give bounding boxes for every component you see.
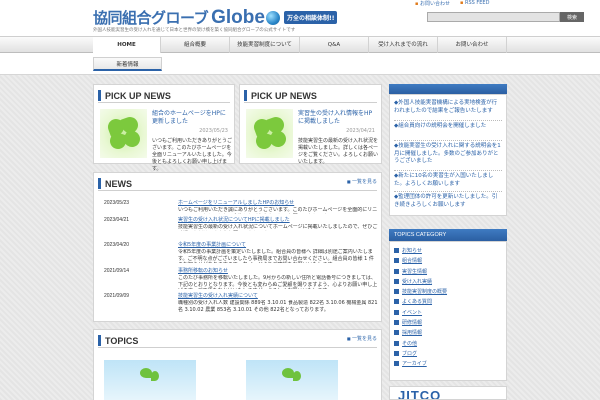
subnav-news[interactable]: 新着情報 bbox=[93, 57, 162, 71]
news-more-link[interactable]: 一覧を見る bbox=[347, 178, 377, 185]
pickup-date: 2023/05/23 bbox=[199, 128, 228, 134]
category-title: TOPICS CATEGORY bbox=[389, 229, 507, 241]
news-row: 2021/09/14 事務所移転のお知らせ このたび事務所を移転いたしました。9… bbox=[104, 268, 377, 296]
jitco-logo-text: JITCO bbox=[398, 388, 442, 400]
category-item[interactable]: よくある質問 bbox=[394, 297, 502, 307]
news-date: 2023/04/20 bbox=[104, 242, 130, 248]
sidebar-news-box: ◆外国人技能実習機構による実地検査が行われましたので結果をご報告いたします ◆組… bbox=[389, 94, 507, 216]
sub-nav: 新着情報 bbox=[0, 53, 600, 75]
sidebar-news: ◆外国人技能実習機構による実地検査が行われましたので結果をご報告いたします ◆組… bbox=[389, 84, 507, 216]
clover-image[interactable] bbox=[246, 109, 293, 158]
nav-flow[interactable]: 受け入れまでの流れ bbox=[369, 37, 438, 53]
main-nav: HOME 組合概要 技能実習制度について Q&A 受け入れまでの流れ お問い合わ… bbox=[0, 36, 600, 53]
sidebar-news-item[interactable]: ◆技能実習生の受け入れに関する説明会を1月に開催しました。多数のご参加ありがとう… bbox=[394, 141, 502, 171]
logo-en-text: Globe bbox=[211, 7, 265, 28]
top-link-contact[interactable]: お問い合わせ bbox=[415, 0, 450, 7]
category-item[interactable]: 受け入れ実績 bbox=[394, 277, 502, 287]
site-logo[interactable]: 協同組合グローブ Globe 万全の相談体制!! bbox=[93, 7, 338, 28]
news-body: 令和5年度の事業計画を策定いたしました。組合員の皆様へ 詳細は別途ご案内いたしま… bbox=[178, 249, 374, 263]
news-date: 2023/04/21 bbox=[104, 217, 130, 223]
sidebar-news-item[interactable]: ◆組合員向けの説明会を開催しました bbox=[394, 121, 502, 141]
news-body: このたび事務所を移転いたしました。9月からの新しい住所と電話番号につきましては、… bbox=[178, 275, 378, 289]
category-item[interactable]: その他 bbox=[394, 339, 502, 349]
news-date: 2021/09/14 bbox=[104, 268, 130, 274]
nav-home[interactable]: HOME bbox=[93, 37, 161, 53]
slogan-badge: 万全の相談体制!! bbox=[283, 11, 338, 24]
nav-qa[interactable]: Q&A bbox=[300, 37, 369, 53]
pickup-panel-1: PICK UP NEWS 組合のホームページをHPに更新しました 2023/05… bbox=[93, 84, 235, 172]
news-panel: NEWS 一覧を見る 2023/05/23 ホームページをリニューアルしましたH… bbox=[93, 172, 382, 322]
news-body: いつもご利用いただき誠にありがとうございます。このたびホームページを全面的にリニ… bbox=[178, 207, 378, 214]
news-title: NEWS bbox=[105, 178, 132, 189]
category-item[interactable]: 採用情報 bbox=[394, 328, 502, 338]
pickup-panel-2: PICK UP NEWS 実習生の受け入れ情報をHPに掲載しました 2023/0… bbox=[239, 84, 382, 165]
nav-about[interactable]: 組合概要 bbox=[161, 37, 230, 53]
category-item[interactable]: お知らせ bbox=[394, 246, 502, 256]
search-form: 検索 bbox=[427, 12, 584, 22]
sidebar-category: TOPICS CATEGORY お知らせ 組合情報 実習生情報 受け入れ実績 技… bbox=[389, 229, 507, 381]
news-body: 技能実習生の最新の受け入れ状況についてホームページに掲載いたしましたので、ぜひご… bbox=[178, 224, 378, 231]
sidebar-news-item[interactable]: ◆外国人技能実習機構による実地検査が行われましたので結果をご報告いたします bbox=[394, 98, 502, 121]
search-button[interactable]: 検索 bbox=[560, 12, 584, 22]
sidebar-news-item[interactable]: ◆監理団体の許可を更新いたしました。引き続きよろしくお願いします bbox=[394, 192, 502, 212]
news-link[interactable]: 技能実習生の受け入れ実績について bbox=[178, 293, 258, 300]
category-item[interactable]: アーカイブ bbox=[394, 359, 502, 369]
news-link[interactable]: 実習生の受け入れ状況についてHPに掲載しました bbox=[178, 217, 290, 224]
top-link-rss[interactable]: RSS FEED bbox=[460, 0, 489, 7]
pickup-title: PICK UP NEWS bbox=[105, 90, 171, 101]
news-date: 2021/09/09 bbox=[104, 293, 130, 299]
category-item[interactable]: 組合情報 bbox=[394, 256, 502, 266]
news-date: 2023/05/23 bbox=[104, 200, 130, 206]
sidebar-news-item[interactable]: ◆新たに10名の実習生が入国いたしました。よろしくお願いします bbox=[394, 171, 502, 192]
sidebar-news-head bbox=[389, 84, 507, 94]
nav-system[interactable]: 技能実習制度について bbox=[230, 37, 300, 53]
pickup-headline[interactable]: 組合のホームページをHPに更新しました bbox=[152, 110, 230, 126]
topics-more-link[interactable]: 一覧を見る bbox=[347, 335, 377, 342]
topics-panel: TOPICS 一覧を見る bbox=[93, 329, 382, 400]
search-input[interactable] bbox=[427, 12, 560, 22]
pickup-headline[interactable]: 実習生の受け入れ情報をHPに掲載しました bbox=[298, 110, 376, 126]
category-list: お知らせ 組合情報 実習生情報 受け入れ実績 技能実習制度の概要 よくある質問 … bbox=[389, 241, 507, 381]
news-link[interactable]: 事務所移転のお知らせ bbox=[178, 268, 228, 275]
news-link[interactable]: ホームページをリニューアルしましたHPのお知らせ bbox=[178, 200, 294, 207]
logo-jp-text: 協同組合グローブ bbox=[93, 9, 209, 27]
nav-contact[interactable]: お問い合わせ bbox=[438, 37, 507, 53]
topics-title: TOPICS bbox=[105, 335, 139, 346]
news-row: 2021/09/09 技能実習生の受け入れ実績について 職種別の受け入れ人数 建… bbox=[104, 293, 378, 321]
top-links: お問い合わせ RSS FEED bbox=[415, 0, 489, 7]
category-item[interactable]: 研修情報 bbox=[394, 318, 502, 328]
pickup-text: いつもご利用いただきありがとうございます。このたびホームページを全面リニューアル… bbox=[152, 138, 233, 172]
category-item[interactable]: 技能実習制度の概要 bbox=[394, 287, 502, 297]
sprout-image[interactable] bbox=[246, 360, 338, 400]
site-header: 協同組合グローブ Globe 万全の相談体制!! 外国人技能実習生の受け入れを通… bbox=[0, 0, 600, 36]
pickup-date: 2023/04/21 bbox=[346, 128, 375, 134]
globe-icon bbox=[265, 10, 280, 25]
clover-image[interactable] bbox=[100, 109, 147, 158]
news-link[interactable]: 令和5年度の事業計画について bbox=[178, 242, 246, 249]
category-item[interactable]: 実習生情報 bbox=[394, 267, 502, 277]
news-body: 職種別の受け入れ人数 建設関係 889名 3.10.01 食品製造 822名 3… bbox=[178, 300, 378, 313]
category-item[interactable]: イベント bbox=[394, 308, 502, 318]
news-row: 2023/04/20 令和5年度の事業計画について 令和5年度の事業計画を策定い… bbox=[104, 242, 374, 270]
category-item[interactable]: ブログ bbox=[394, 349, 502, 359]
pickup-text: 技能実習生の最新の受け入れ状況を掲載いたしました。詳しくは各ページをご覧ください… bbox=[298, 138, 379, 165]
jitco-banner[interactable]: JITCO bbox=[389, 386, 507, 400]
pickup-title: PICK UP NEWS bbox=[251, 90, 317, 101]
sprout-image[interactable] bbox=[104, 360, 196, 400]
news-row: 2023/04/21 実習生の受け入れ状況についてHPに掲載しました 技能実習生… bbox=[104, 217, 377, 237]
site-tagline: 外国人技能実習生の受け入れを通じて日本と世界の架け橋を築く協同組合グローブの公式… bbox=[93, 28, 296, 33]
